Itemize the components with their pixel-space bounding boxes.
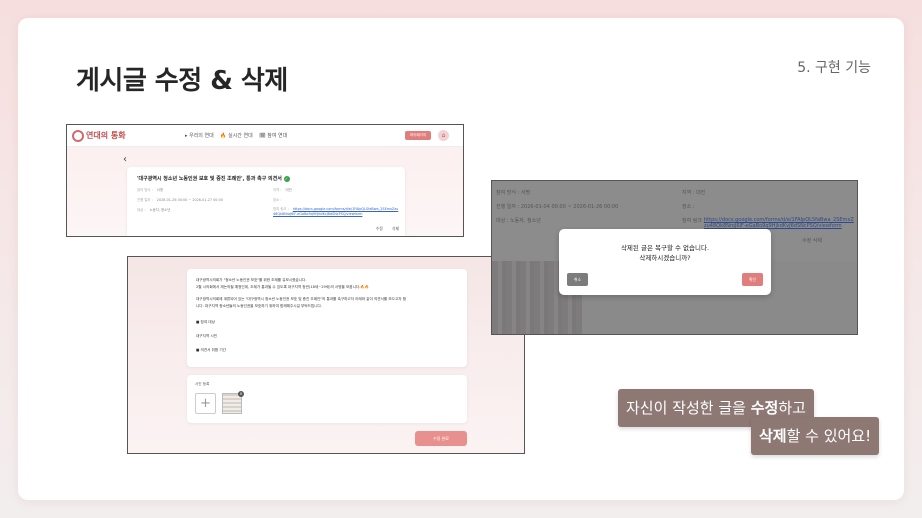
meta-region: 지역 : 대전 xyxy=(273,187,292,192)
close-icon[interactable]: × xyxy=(238,391,244,397)
chevron-left-icon[interactable]: ‹ xyxy=(123,154,127,165)
callout-text: 할 수 있어요! xyxy=(786,427,872,445)
meta-label: 참여 방식 : xyxy=(137,188,153,192)
body-line: 2월 시의회에서 재논의될 예정인데, 조례가 통과될 수 있도록 대구지역 청… xyxy=(196,285,370,289)
nav-links: ▸ 우리의 연대 🔥 실시간 연대 🗓 참여 연대 xyxy=(185,132,292,139)
callout-bold: 수정 xyxy=(750,399,779,417)
post-detail-screenshot: 연대의 통화 ▸ 우리의 연대 🔥 실시간 연대 🗓 참여 연대 마이페이지 ⌂… xyxy=(66,124,464,237)
logo-text[interactable]: 연대의 통화 xyxy=(86,130,126,141)
meta-link: 참여 링크 : https://docs.google.com/forms/d/e… xyxy=(273,207,399,216)
body-line: 대구지역 시민 xyxy=(196,334,217,338)
delete-button[interactable]: 삭제 xyxy=(392,226,399,231)
bg-link: https://docs.google.com/forms/d/e/1FAIpQ… xyxy=(704,217,856,229)
body-line: ■ 참여 대상 xyxy=(196,320,215,324)
photo-label: 사진 등록 xyxy=(195,382,210,386)
body-line: 니다. 대구지역 청소년들의 노동인권을 보호하기 위하여 함께해주시길 부탁드… xyxy=(196,304,322,308)
meta-label: 진행 일자 : xyxy=(137,198,153,202)
nav-link-our-solidarity[interactable]: ▸ 우리의 연대 xyxy=(185,133,214,139)
submit-edit-button[interactable]: 수정 완료 xyxy=(415,431,467,446)
mypage-button[interactable]: 마이페이지 xyxy=(405,131,431,140)
post-card: '대구광역시 청소년 노동인권 보호 및 증진 조례안', 통과 촉구 의견서 … xyxy=(127,167,405,236)
cancel-button[interactable]: 취소 xyxy=(567,273,588,286)
meta-label: 지역 : xyxy=(273,188,282,192)
photo-thumbnail[interactable]: × xyxy=(222,391,244,414)
bg-meta: 지역 : 대전 xyxy=(682,190,706,196)
bg-meta: 장소 : xyxy=(682,204,695,210)
meta-value: 서명 xyxy=(156,188,164,192)
logo-icon[interactable] xyxy=(72,130,84,142)
meta-date: 진행 일자 :2026-01-26 00:00 ~ 2026-01-27 00:… xyxy=(137,197,223,202)
meta-value: 대전 xyxy=(285,188,292,192)
bg-link-text: https://docs.google.com/forms/d/e/1FAIpQ… xyxy=(704,217,854,229)
meta-label: 장소 : xyxy=(273,198,282,202)
post-title-text: '대구광역시 청소년 노동인권 보호 및 증진 조례안', 통과 촉구 의견서 xyxy=(137,176,282,182)
meta-label: 참여 링크 : xyxy=(273,207,289,211)
meta-method: 참여 방식 : 서명 xyxy=(137,187,163,192)
meta-target: 대상 : 노동자, 청소년 xyxy=(137,207,170,212)
meta-value: 노동자, 청소년 xyxy=(149,208,171,212)
edit-button[interactable]: 수정 xyxy=(376,226,383,231)
body-line: 대구광역시의회가 "청소년 노동인권 보호"를 위한 조례를 유보시켰습니다. xyxy=(196,278,307,282)
content-editor[interactable]: 대구광역시의회가 "청소년 노동인권 보호"를 위한 조례를 유보시켰습니다. … xyxy=(187,269,467,367)
edit-form-screenshot: 대구광역시의회가 "청소년 노동인권 보호"를 위한 조례를 유보시켰습니다. … xyxy=(127,256,525,454)
check-icon: ✓ xyxy=(283,175,290,182)
slide-title: 게시글 수정 & 삭제 xyxy=(76,66,288,96)
bg-meta: 참여 링크 : xyxy=(682,218,706,224)
meta-value: 2026-01-26 00:00 ~ 2026-01-27 00:00 xyxy=(156,198,223,202)
meta-label: 대상 : xyxy=(137,208,146,212)
photo-upload-card: 사진 등록 + × xyxy=(187,375,467,423)
bg-meta: 대상 : 노동자, 청소년 xyxy=(496,218,541,224)
modal-message: 삭제하시겠습니까? xyxy=(639,254,691,262)
modal-message: 삭제된 글은 복구할 수 없습니다. xyxy=(620,244,710,252)
meta-place: 장소 : xyxy=(273,197,285,202)
callout-text: 하고 xyxy=(778,399,806,417)
section-label: 5. 구현 기능 xyxy=(797,60,871,76)
callout-bold: 삭제 xyxy=(759,427,787,445)
home-icon[interactable]: ⌂ xyxy=(438,130,449,141)
bg-actions: 수정 삭제 xyxy=(802,238,822,244)
body-line: ■ 의견서 취합 기간 xyxy=(196,348,226,352)
nav-link-join-solidarity[interactable]: 🗓 참여 연대 xyxy=(259,133,287,139)
top-navbar: 연대의 통화 ▸ 우리의 연대 🔥 실시간 연대 🗓 참여 연대 마이페이지 ⌂ xyxy=(67,125,463,147)
callout-delete: 삭제할 수 있어요! xyxy=(751,417,880,455)
post-actions: 수정 삭제 xyxy=(368,226,399,232)
confirm-button[interactable]: 확인 xyxy=(742,273,763,286)
participation-link[interactable]: https://docs.google.com/forms/d/e/1FAIpQ… xyxy=(273,207,398,216)
nav-link-live-solidarity[interactable]: 🔥 실시간 연대 xyxy=(220,133,252,139)
bg-meta: 참여 방식 : 서명 xyxy=(496,190,531,196)
plus-icon[interactable]: + xyxy=(195,393,216,414)
post-title: '대구광역시 청소년 노동인권 보호 및 증진 조례안', 통과 촉구 의견서 … xyxy=(137,175,290,182)
callout-text: 자신이 작성한 글을 xyxy=(626,399,751,417)
bg-meta: 진행 일자 : 2026-01-04 00:00 ~ 2026-01-26 00… xyxy=(496,204,619,210)
delete-confirm-modal: 삭제된 글은 복구할 수 없습니다. 삭제하시겠습니까? 취소 확인 xyxy=(559,229,771,295)
delete-modal-screenshot: 참여 방식 : 서명 진행 일자 : 2026-01-04 00:00 ~ 20… xyxy=(491,180,858,335)
body-line: 대구광역시의회에 계류되어 있는 "대구광역시 청소년 노동인권 보호 및 증진… xyxy=(196,297,407,301)
